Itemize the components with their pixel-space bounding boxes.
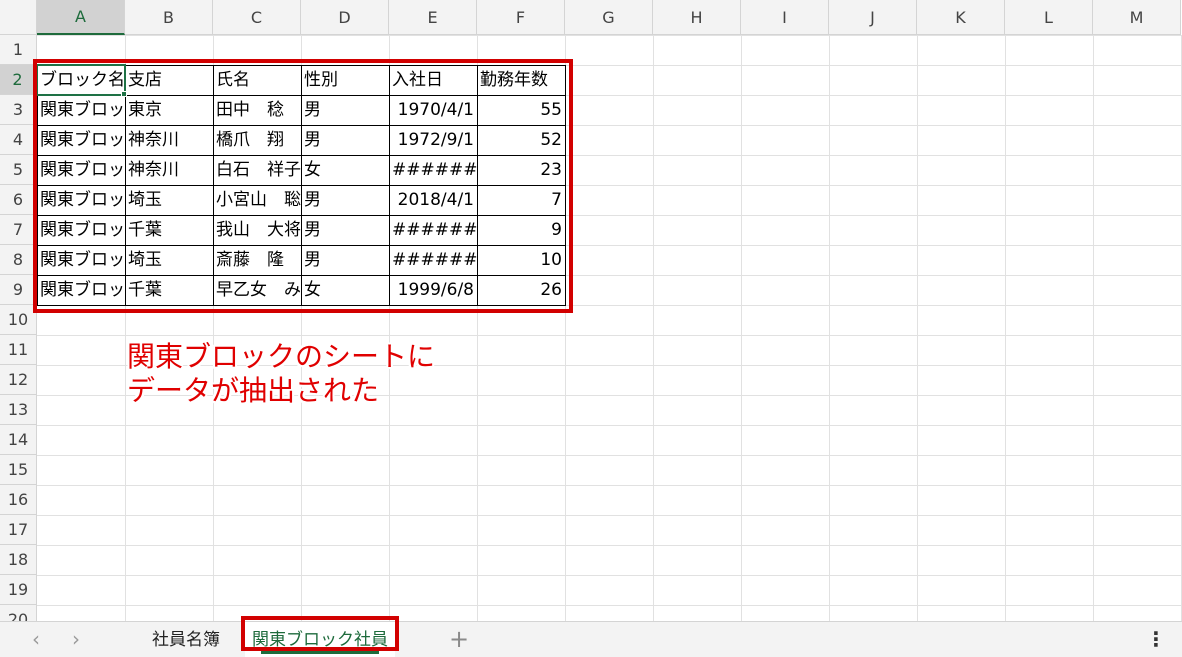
sheet-tab-bar: ‹ › 社員名簿 関東ブロック社員 + ⋮ xyxy=(0,621,1182,657)
highlight-box xyxy=(33,59,573,313)
gridline-v xyxy=(741,35,742,621)
row-header-14[interactable]: 14 xyxy=(0,425,37,455)
column-header-f[interactable]: F xyxy=(477,0,565,35)
column-header-l[interactable]: L xyxy=(1005,0,1093,35)
add-sheet-icon[interactable]: + xyxy=(446,625,472,653)
gridline-v xyxy=(829,35,830,621)
gridline-h xyxy=(37,485,1182,486)
row-header-10[interactable]: 10 xyxy=(0,305,37,335)
tab-highlight-box xyxy=(241,616,399,651)
row-header-2[interactable]: 2 xyxy=(0,65,37,95)
row-header-15[interactable]: 15 xyxy=(0,455,37,485)
row-header-1[interactable]: 1 xyxy=(0,35,37,65)
column-header-c[interactable]: C xyxy=(213,0,301,35)
gridline-h xyxy=(37,545,1182,546)
row-header-4[interactable]: 4 xyxy=(0,125,37,155)
gridline-h xyxy=(37,455,1182,456)
prev-sheet-icon[interactable]: ‹ xyxy=(24,626,48,652)
column-header-a[interactable]: A xyxy=(37,0,125,35)
next-sheet-icon[interactable]: › xyxy=(64,626,88,652)
sheet-tab-label: 社員名簿 xyxy=(152,630,220,650)
column-header-d[interactable]: D xyxy=(301,0,389,35)
row-header-8[interactable]: 8 xyxy=(0,245,37,275)
spreadsheet-grid[interactable]: ABCDEFGHIJKLM 1 2 3 4 5 6 7 8 9 10 11 12 13 14 15 16 17 1… xyxy=(0,0,1182,621)
column-header-k[interactable]: K xyxy=(917,0,1005,35)
gridline-v xyxy=(1093,35,1094,621)
annotation-text: 関東ブロックのシートに データが抽出された xyxy=(127,340,435,408)
active-tab-underline xyxy=(261,651,379,654)
row-header-20[interactable]: 20 xyxy=(0,605,37,621)
annotation-line-1: 関東ブロックのシートに xyxy=(127,340,436,373)
row-header-18[interactable]: 18 xyxy=(0,545,37,575)
gridline-v xyxy=(917,35,918,621)
row-header-17[interactable]: 17 xyxy=(0,515,37,545)
row-header-16[interactable]: 16 xyxy=(0,485,37,515)
row-header-19[interactable]: 19 xyxy=(0,575,37,605)
column-header-h[interactable]: H xyxy=(653,0,741,35)
gridline-h xyxy=(37,35,1182,36)
annotation-line-2: データが抽出された xyxy=(127,374,380,407)
column-header-j[interactable]: J xyxy=(829,0,917,35)
row-header-12[interactable]: 12 xyxy=(0,365,37,395)
gridline-h xyxy=(37,515,1182,516)
row-header-3[interactable]: 3 xyxy=(0,95,37,125)
gridline-h xyxy=(37,425,1182,426)
gridline-h xyxy=(37,335,1182,336)
gridline-h xyxy=(37,575,1182,576)
row-header-5[interactable]: 5 xyxy=(0,155,37,185)
column-header-e[interactable]: E xyxy=(389,0,477,35)
select-all-corner[interactable] xyxy=(0,0,37,35)
column-header-b[interactable]: B xyxy=(125,0,213,35)
row-header-9[interactable]: 9 xyxy=(0,275,37,305)
row-header-6[interactable]: 6 xyxy=(0,185,37,215)
column-header-g[interactable]: G xyxy=(565,0,653,35)
row-header-11[interactable]: 11 xyxy=(0,335,37,365)
column-header-i[interactable]: I xyxy=(741,0,829,35)
gridline-v xyxy=(653,35,654,621)
row-header-13[interactable]: 13 xyxy=(0,395,37,425)
row-header-7[interactable]: 7 xyxy=(0,215,37,245)
sheet-tab-employee-list[interactable]: 社員名簿 xyxy=(136,622,236,657)
column-header-m[interactable]: M xyxy=(1093,0,1181,35)
gridline-h xyxy=(37,605,1182,606)
more-options-icon[interactable]: ⋮ xyxy=(1146,625,1166,653)
gridline-v xyxy=(1005,35,1006,621)
